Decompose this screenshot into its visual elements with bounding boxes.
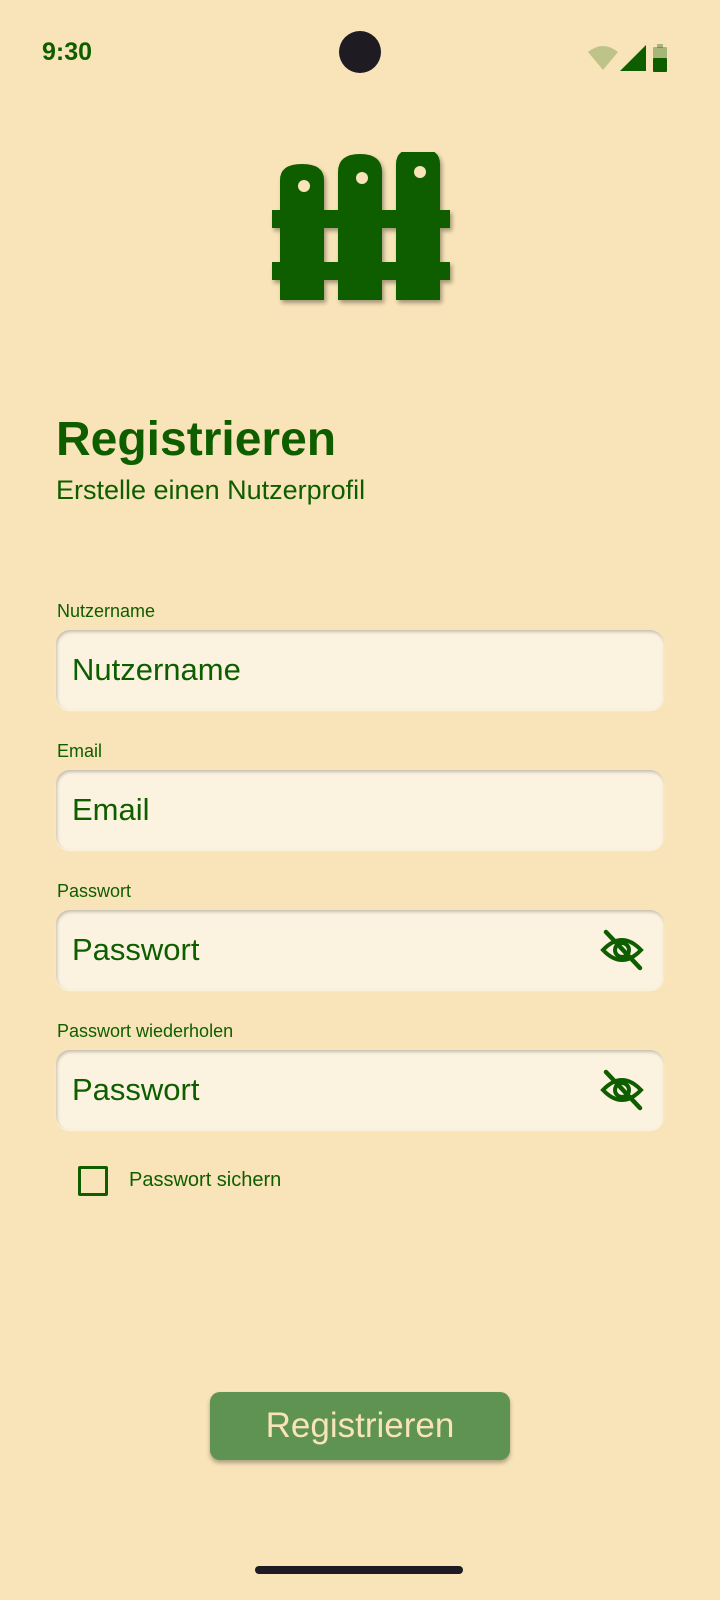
status-icons — [588, 44, 678, 74]
email-field-container — [56, 770, 664, 850]
register-button[interactable]: Registrieren — [210, 1392, 510, 1460]
page-subtitle: Erstelle einen Nutzerprofil — [56, 475, 366, 505]
email-input[interactable] — [72, 770, 572, 850]
password-repeat-visibility-toggle[interactable] — [600, 1069, 644, 1111]
email-label: Email — [57, 741, 103, 761]
eye-off-icon — [600, 1069, 644, 1111]
status-bar: 9:30 — [0, 0, 720, 110]
save-password-checkbox[interactable] — [78, 1166, 108, 1196]
password-repeat-input[interactable] — [72, 1050, 572, 1130]
username-label: Nutzername — [57, 601, 156, 621]
app-logo — [272, 148, 450, 304]
home-indicator[interactable] — [255, 1566, 463, 1574]
password-visibility-toggle[interactable] — [600, 929, 644, 971]
battery-icon — [653, 44, 667, 72]
username-input[interactable] — [72, 630, 572, 710]
password-repeat-label: Passwort wiederholen — [57, 1021, 234, 1041]
wifi-icon — [588, 46, 618, 70]
page-title: Registrieren — [56, 413, 337, 466]
password-repeat-field-container — [56, 1050, 664, 1130]
eye-off-icon — [600, 929, 644, 971]
username-field-container — [56, 630, 664, 710]
fence-icon — [272, 148, 450, 300]
camera-cutout — [339, 31, 381, 73]
password-label: Passwort — [57, 881, 132, 901]
password-input[interactable] — [72, 910, 572, 990]
save-password-label[interactable]: Passwort sichern — [129, 1169, 281, 1192]
signal-icon — [620, 45, 646, 71]
status-time: 9:30 — [42, 38, 93, 66]
password-field-container — [56, 910, 664, 990]
